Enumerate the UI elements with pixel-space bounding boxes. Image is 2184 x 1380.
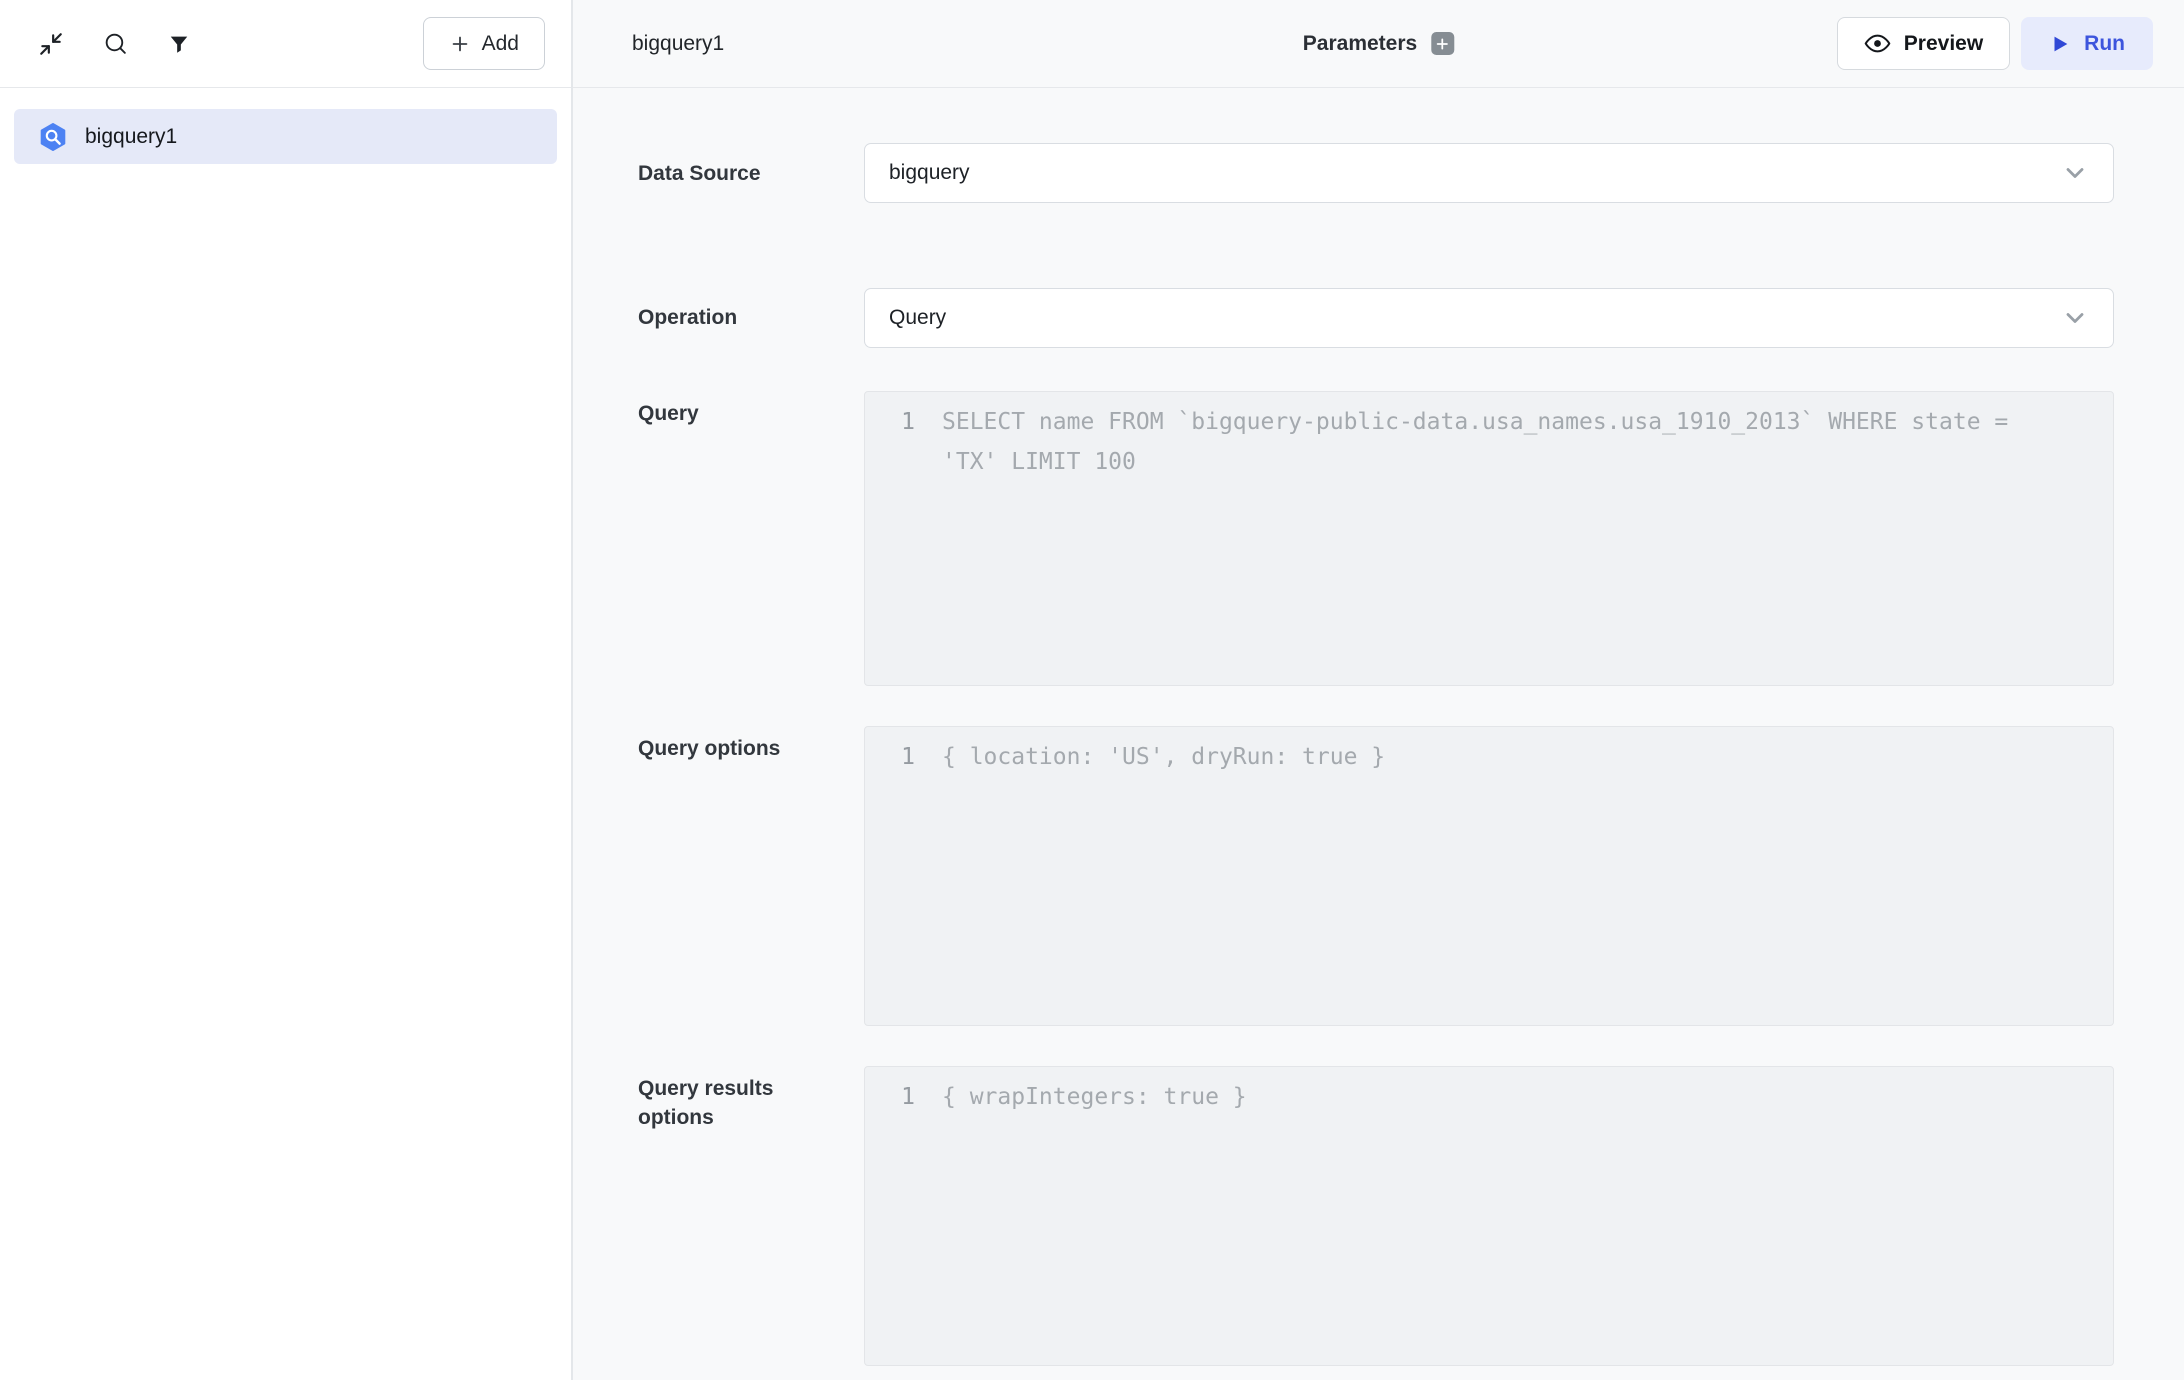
data-source-label: Data Source xyxy=(638,159,818,188)
header-actions: Preview Run xyxy=(1837,17,2153,70)
play-icon xyxy=(2049,33,2071,55)
plus-icon xyxy=(1436,37,1450,51)
preview-button-label: Preview xyxy=(1904,32,1983,56)
query-title: bigquery1 xyxy=(632,32,724,56)
sidebar: Add bigquery1 xyxy=(0,0,573,1380)
query-options-editor[interactable]: 1 { location: 'US', dryRun: true } xyxy=(864,726,2114,1026)
search-button[interactable] xyxy=(98,27,132,61)
chevron-down-icon xyxy=(2061,304,2089,332)
bigquery-icon xyxy=(38,122,68,152)
app-root: Add bigquery1 bigquery1 Parameters xyxy=(0,0,2184,1380)
operation-select[interactable]: Query xyxy=(864,288,2114,348)
query-results-options-editor[interactable]: 1 { wrapIntegers: true } xyxy=(864,1066,2114,1366)
add-query-button[interactable]: Add xyxy=(423,17,545,70)
plus-icon xyxy=(449,33,471,55)
collapse-icon xyxy=(38,31,64,57)
query-results-options-code: { wrapIntegers: true } xyxy=(942,1077,1247,1117)
filter-button[interactable] xyxy=(162,27,196,61)
operation-label: Operation xyxy=(638,303,818,332)
sidebar-toolbar: Add xyxy=(0,0,571,88)
add-parameter-button[interactable] xyxy=(1431,32,1454,55)
query-label: Query xyxy=(638,391,818,428)
line-number: 1 xyxy=(885,1077,915,1117)
data-source-select[interactable]: bigquery xyxy=(864,143,2114,203)
main-header: bigquery1 Parameters xyxy=(573,0,2184,88)
query-options-row: Query options 1 { location: 'US', dryRun… xyxy=(638,726,2114,1026)
operation-value: Query xyxy=(889,306,946,330)
query-results-options-label: Query results options xyxy=(638,1066,818,1132)
query-options-code: { location: 'US', dryRun: true } xyxy=(942,737,1385,777)
operation-row: Operation Query xyxy=(638,287,2114,348)
line-number: 1 xyxy=(885,737,915,777)
parameters-label: Parameters xyxy=(1303,32,1417,56)
eye-icon xyxy=(1864,30,1891,57)
collapse-panel-button[interactable] xyxy=(34,27,68,61)
chevron-down-icon xyxy=(2061,159,2089,187)
query-list-item-bigquery1[interactable]: bigquery1 xyxy=(14,109,557,164)
query-editor[interactable]: 1 SELECT name FROM `bigquery-public-data… xyxy=(864,391,2114,686)
query-list: bigquery1 xyxy=(0,88,571,185)
data-source-value: bigquery xyxy=(889,161,970,185)
query-results-options-row: Query results options 1 { wrapIntegers: … xyxy=(638,1066,2114,1366)
main-panel: bigquery1 Parameters xyxy=(573,0,2184,1380)
run-button-label: Run xyxy=(2084,32,2125,56)
search-icon xyxy=(103,31,128,56)
query-options-label: Query options xyxy=(638,726,818,763)
query-form: Data Source bigquery Operation Query xyxy=(573,88,2184,1366)
line-number: 1 xyxy=(885,402,915,442)
query-code: SELECT name FROM `bigquery-public-data.u… xyxy=(942,402,2042,482)
filter-icon xyxy=(168,33,190,55)
query-row: Query 1 SELECT name FROM `bigquery-publi… xyxy=(638,391,2114,686)
parameters-section: Parameters xyxy=(1303,32,1454,56)
query-item-label: bigquery1 xyxy=(85,125,177,149)
run-button[interactable]: Run xyxy=(2021,17,2153,70)
add-button-label: Add xyxy=(482,32,519,56)
data-source-row: Data Source bigquery xyxy=(638,143,2114,203)
preview-button[interactable]: Preview xyxy=(1837,17,2010,70)
